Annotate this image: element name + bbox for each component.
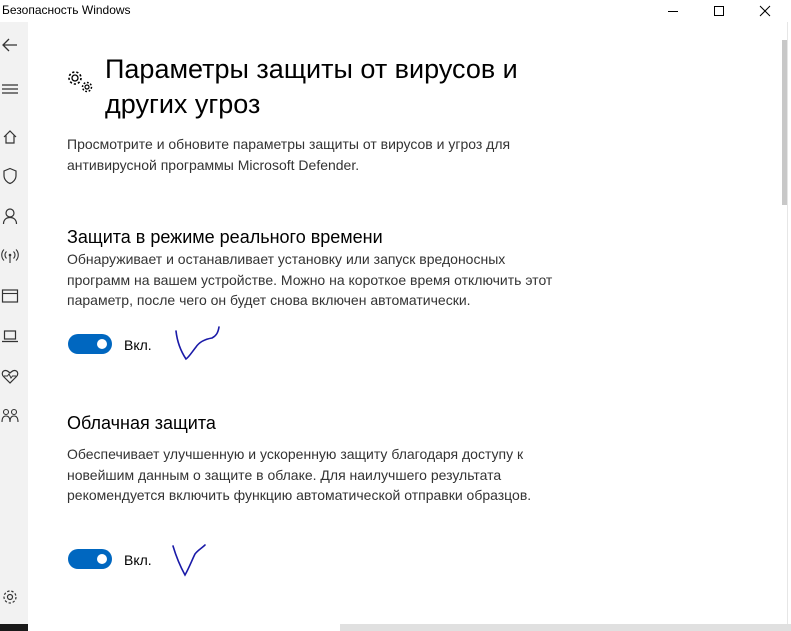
- shield-icon: [3, 167, 17, 185]
- bottom-edge: [0, 624, 791, 631]
- menu-button[interactable]: [0, 79, 20, 99]
- page-description: Просмотрите и обновите параметры защиты …: [67, 136, 511, 173]
- cloud-protection-toggle[interactable]: [68, 549, 112, 569]
- sidebar-item-family[interactable]: [0, 406, 20, 426]
- toggle-knob: [97, 339, 107, 349]
- laptop-icon: [2, 330, 18, 343]
- sidebar-item-app-browser[interactable]: [0, 286, 20, 306]
- family-icon: [1, 408, 19, 423]
- window-edge: [787, 22, 788, 631]
- window-title: Безопасность Windows: [2, 3, 131, 17]
- wireless-icon: [1, 249, 19, 263]
- title-bar: Безопасность Windows: [0, 0, 791, 22]
- cloud-protection-title: Облачная защита: [67, 413, 216, 433]
- toggle-knob: [97, 554, 107, 564]
- cloud-protection-description: Обеспечивает улучшенную и ускоренную защ…: [67, 446, 532, 503]
- person-icon: [2, 208, 18, 225]
- realtime-protection-toggle[interactable]: [68, 334, 112, 354]
- home-icon: [3, 130, 17, 144]
- sidebar-item-device-health[interactable]: [0, 366, 20, 386]
- realtime-protection-title: Защита в режиме реального времени: [67, 227, 383, 247]
- window-border: [340, 624, 791, 631]
- heart-pulse-icon: [1, 369, 19, 384]
- minimize-icon: [668, 11, 678, 12]
- browser-icon: [1, 289, 19, 303]
- maximize-button[interactable]: [696, 0, 742, 22]
- back-button[interactable]: [0, 35, 20, 55]
- taskbar-edge: [0, 624, 28, 631]
- sidebar-item-device-security[interactable]: [0, 326, 20, 346]
- back-arrow-icon: [2, 38, 17, 52]
- realtime-protection-description: Обнаруживает и останавливает установку и…: [67, 251, 553, 308]
- menu-icon: [2, 84, 18, 94]
- gears-icon: [68, 71, 93, 93]
- cloud-protection-toggle-label: Вкл.: [124, 552, 152, 568]
- minimize-button[interactable]: [650, 0, 696, 22]
- sidebar-item-firewall[interactable]: [0, 246, 20, 266]
- handwritten-check-mark: [175, 326, 220, 361]
- page-title: Параметры защиты от вирусов и других угр…: [105, 54, 518, 119]
- sidebar-item-virus-protection[interactable]: [0, 166, 20, 186]
- settings-gear-icon: [3, 590, 17, 604]
- close-icon: [759, 5, 771, 17]
- handwritten-check-mark: [172, 544, 206, 577]
- sidebar-item-account[interactable]: [0, 206, 20, 226]
- sidebar-item-settings[interactable]: [0, 587, 20, 607]
- close-button[interactable]: [742, 0, 788, 22]
- sidebar-item-home[interactable]: [0, 127, 20, 147]
- sidebar: [0, 22, 28, 631]
- maximize-icon: [714, 6, 724, 16]
- realtime-protection-toggle-label: Вкл.: [124, 337, 152, 353]
